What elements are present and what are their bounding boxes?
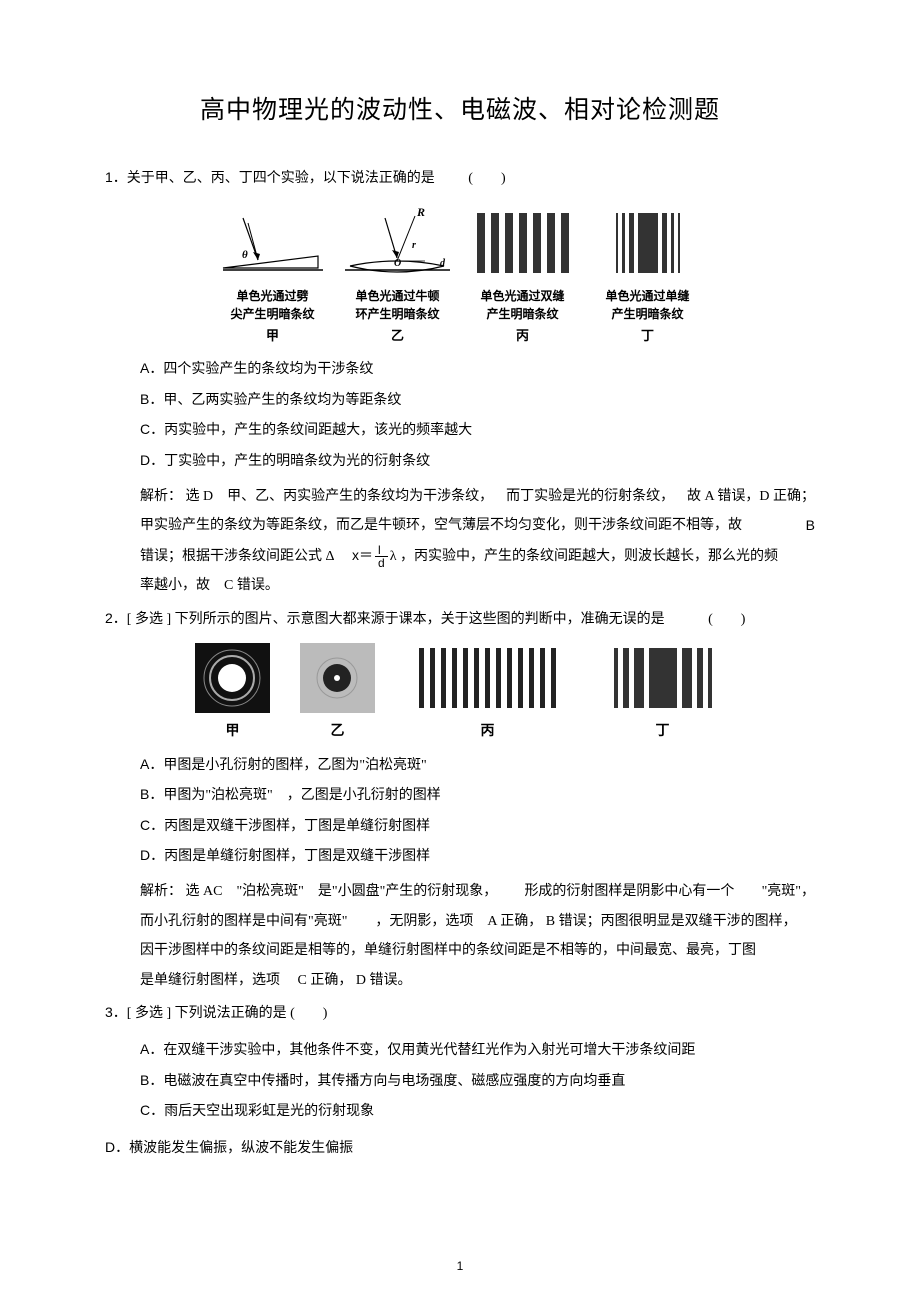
svg-text:O: O <box>394 258 401 269</box>
q2-fig-bing: 丙 <box>403 641 573 740</box>
q2-explanation: 解析： 选 AC "泊松亮斑" 是"小圆盘"产生的衍射现象， 形成的衍射图样是阴… <box>140 877 815 995</box>
q1-fig-yi-caption: 单色光通过牛顿 环产生明暗条纹 <box>355 287 439 323</box>
q3-tag: [ 多选 ] <box>127 1006 171 1021</box>
q2-exp-l1c: "亮斑"， <box>762 877 815 906</box>
page-title: 高中物理光的波动性、电磁波、相对论检测题 <box>105 90 815 126</box>
q1-fig-bing-caption: 单色光通过双缝 产生明暗条纹 <box>480 287 564 323</box>
q2-exp-l1b: 形成的衍射图样是阴影中心有一个 <box>524 877 734 906</box>
q3-opt-c-text: 雨后天空出现彩虹是光的衍射现象 <box>164 1104 374 1119</box>
q1-fig-ding-caption: 单色光通过单缝 产生明暗条纹 <box>605 287 689 323</box>
q1-opt-c-text: 丙实验中，产生的条纹间距越大，该光的频率越大 <box>164 423 472 438</box>
q1-exp-l3b: x＝ <box>352 547 373 563</box>
q2-opt-a-text: 甲图是小孔衍射的图样，乙图为"泊松亮斑" <box>163 758 426 773</box>
q1-exp-l4: 率越小，故 C 错误。 <box>140 571 815 600</box>
question-2: 2．[ 多选 ] 下列所示的图片、示意图大都来源于课本，关于这些图的判断中，准确… <box>105 607 815 996</box>
q2-exp-l4: 是单缝衍射图样，选项 C 正确， D 错误。 <box>140 966 815 995</box>
q1-fig-bing: 单色光通过双缝 产生明暗条纹 丙 <box>465 200 580 344</box>
q1-opt-d: D．丁实验中，产生的明暗条纹为光的衍射条纹 <box>140 446 815 476</box>
q1-answer-blank: ( ) <box>468 168 505 190</box>
q1-stem: 1．关于甲、乙、丙、丁四个实验，以下说法正确的是 ( ) <box>105 166 815 190</box>
q1-exp-l2: 甲实验产生的条纹为等距条纹，而乙是牛顿环，空气薄层不均匀变化，则干涉条纹间距不相… <box>140 511 742 540</box>
q1-fig-jia: θ 单色光通过劈 尖产生明暗条纹 甲 <box>215 200 330 344</box>
q1-fig-jia-caption: 单色光通过劈 尖产生明暗条纹 <box>230 287 314 323</box>
q1-exp-l3a: 错误；根据干涉条纹间距公式 Δ <box>140 549 335 564</box>
q2-fig-yi: 乙 <box>298 641 378 740</box>
svg-text:R: R <box>416 208 425 219</box>
pinhole-diffraction-image <box>193 641 273 716</box>
q1-figures: θ 单色光通过劈 尖产生明暗条纹 甲 R r d O <box>105 200 815 344</box>
double-slit-pattern <box>465 200 580 285</box>
interference-pattern-image <box>403 641 573 716</box>
svg-text:θ: θ <box>242 249 248 261</box>
q2-fig-jia: 甲 <box>193 641 273 740</box>
q3-opt-a: A．在双缝干涉实验中，其他条件不变，仅用黄光代替红光作为入射光可增大干涉条纹间距 <box>140 1035 815 1065</box>
q3-opt-b-text: 电磁波在真空中传播时，其传播方向与电场强度、磁感应强度的方向均垂直 <box>163 1074 625 1089</box>
question-1: 1．关于甲、乙、丙、丁四个实验，以下说法正确的是 ( ) θ 单色光通过劈 尖产… <box>105 166 815 601</box>
q1-fig-ding-label: 丁 <box>641 325 654 344</box>
single-slit-pattern <box>590 200 705 285</box>
q3-opt-d: D．横波能发生偏振，纵波不能发生偏振 <box>105 1133 815 1163</box>
q1-fig-jia-label: 甲 <box>266 325 279 344</box>
q1-explanation: 解析： 选 D 甲、乙、丙实验产生的条纹均为干涉条纹， 而丁实验是光的衍射条纹，… <box>140 482 815 601</box>
q2-fig-ding: 丁 <box>598 641 728 740</box>
q1-opt-b-text: 甲、乙两实验产生的条纹均为等距条纹 <box>163 393 401 408</box>
q1-exp-l1c: 故 A 错误，D 正确； <box>687 482 815 511</box>
q1-exp-l1a: 解析： 选 D 甲、乙、丙实验产生的条纹均为干涉条纹， <box>140 482 493 511</box>
wedge-diagram: θ <box>215 200 330 285</box>
fraction-l-d: ld <box>375 544 388 569</box>
q1-number: 1． <box>105 169 127 185</box>
q3-opt-c: C．雨后天空出现彩虹是光的衍射现象 <box>140 1096 815 1126</box>
q1-fig-bing-label: 丙 <box>516 325 529 344</box>
q2-exp-l3: 因干涉图样中的条纹间距是相等的，单缝衍射图样中的条纹间距是不相等的，中间最宽、最… <box>140 936 815 965</box>
q1-fig-yi: R r d O 单色光通过牛顿 环产生明暗条纹 乙 <box>340 200 455 344</box>
q1-opt-a: A．四个实验产生的条纹均为干涉条纹 <box>140 354 815 384</box>
q3-number: 3． <box>105 1004 127 1020</box>
q2-options: A．甲图是小孔衍射的图样，乙图为"泊松亮斑" B．甲图为"泊松亮斑" ，乙图是小… <box>140 750 815 872</box>
newton-ring-diagram: R r d O <box>340 200 455 285</box>
q3-options: A．在双缝干涉实验中，其他条件不变，仅用黄光代替红光作为入射光可增大干涉条纹间距… <box>140 1035 815 1126</box>
q2-fig-jia-label: 甲 <box>226 720 240 740</box>
q2-opt-b-text: 甲图为"泊松亮斑" ，乙图是小孔衍射的图样 <box>163 788 440 803</box>
q1-exp-l2-tail: B <box>806 511 815 540</box>
question-3: 3．[ 多选 ] 下列说法正确的是 ( ) A．在双缝干涉实验中，其他条件不变，… <box>105 1001 815 1163</box>
q2-fig-bing-label: 丙 <box>481 720 495 740</box>
q1-fig-yi-label: 乙 <box>391 325 404 344</box>
q2-stem-text: 下列所示的图片、示意图大都来源于课本，关于这些图的判断中，准确无误的是 <box>171 612 665 627</box>
q2-opt-c: C．丙图是双缝干涉图样，丁图是单缝衍射图样 <box>140 811 815 841</box>
q3-opt-a-text: 在双缝干涉实验中，其他条件不变，仅用黄光代替红光作为入射光可增大干涉条纹间距 <box>163 1043 695 1058</box>
q1-exp-l3c: λ ，丙实验中，产生的条纹间距越大，则波长越长，那么光的频 <box>390 549 778 564</box>
q2-opt-d: D．丙图是单缝衍射图样，丁图是双缝干涉图样 <box>140 841 815 871</box>
q1-opt-b: B．甲、乙两实验产生的条纹均为等距条纹 <box>140 385 815 415</box>
q2-fig-ding-label: 丁 <box>656 720 670 740</box>
q1-fig-ding: 单色光通过单缝 产生明暗条纹 丁 <box>590 200 705 344</box>
page-number: 1 <box>0 1259 920 1273</box>
q2-exp-l2: 而小孔衍射的图样是中间有"亮斑" ，无阴影，选项 A 正确， B 错误；丙图很明… <box>140 907 815 936</box>
diffraction-pattern-image <box>598 641 728 716</box>
q2-exp-l1a: 解析： 选 AC "泊松亮斑" 是"小圆盘"产生的衍射现象， <box>140 877 497 906</box>
q1-opt-d-text: 丁实验中，产生的明暗条纹为光的衍射条纹 <box>164 454 430 469</box>
svg-text:d: d <box>440 258 446 269</box>
q1-opt-a-text: 四个实验产生的条纹均为干涉条纹 <box>163 362 373 377</box>
q1-options: A．四个实验产生的条纹均为干涉条纹 B．甲、乙两实验产生的条纹均为等距条纹 C．… <box>140 354 815 476</box>
q2-answer-blank: ( ) <box>708 609 745 631</box>
q3-opt-d-text: 横波能发生偏振，纵波不能发生偏振 <box>129 1141 353 1156</box>
q2-number: 2． <box>105 610 127 626</box>
q1-opt-c: C．丙实验中，产生的条纹间距越大，该光的频率越大 <box>140 415 815 445</box>
q3-stem: 3．[ 多选 ] 下列说法正确的是 ( ) <box>105 1001 815 1025</box>
q2-opt-a: A．甲图是小孔衍射的图样，乙图为"泊松亮斑" <box>140 750 815 780</box>
q2-tag: [ 多选 ] <box>127 612 171 627</box>
svg-text:r: r <box>412 240 416 251</box>
q2-opt-b: B．甲图为"泊松亮斑" ，乙图是小孔衍射的图样 <box>140 780 815 810</box>
q3-stem-text: 下列说法正确的是 ( ) <box>171 1006 327 1021</box>
poisson-spot-image <box>298 641 378 716</box>
q2-stem: 2．[ 多选 ] 下列所示的图片、示意图大都来源于课本，关于这些图的判断中，准确… <box>105 607 815 631</box>
q3-opt-b: B．电磁波在真空中传播时，其传播方向与电场强度、磁感应强度的方向均垂直 <box>140 1066 815 1096</box>
q2-figures: 甲 乙 丙 <box>105 641 815 740</box>
q2-opt-c-text: 丙图是双缝干涉图样，丁图是单缝衍射图样 <box>164 819 430 834</box>
q2-fig-yi-label: 乙 <box>331 720 345 740</box>
q2-opt-d-text: 丙图是单缝衍射图样，丁图是双缝干涉图样 <box>164 849 430 864</box>
q1-stem-text: 关于甲、乙、丙、丁四个实验，以下说法正确的是 <box>127 171 435 186</box>
q1-exp-l1b: 而丁实验是光的衍射条纹， <box>506 482 674 511</box>
